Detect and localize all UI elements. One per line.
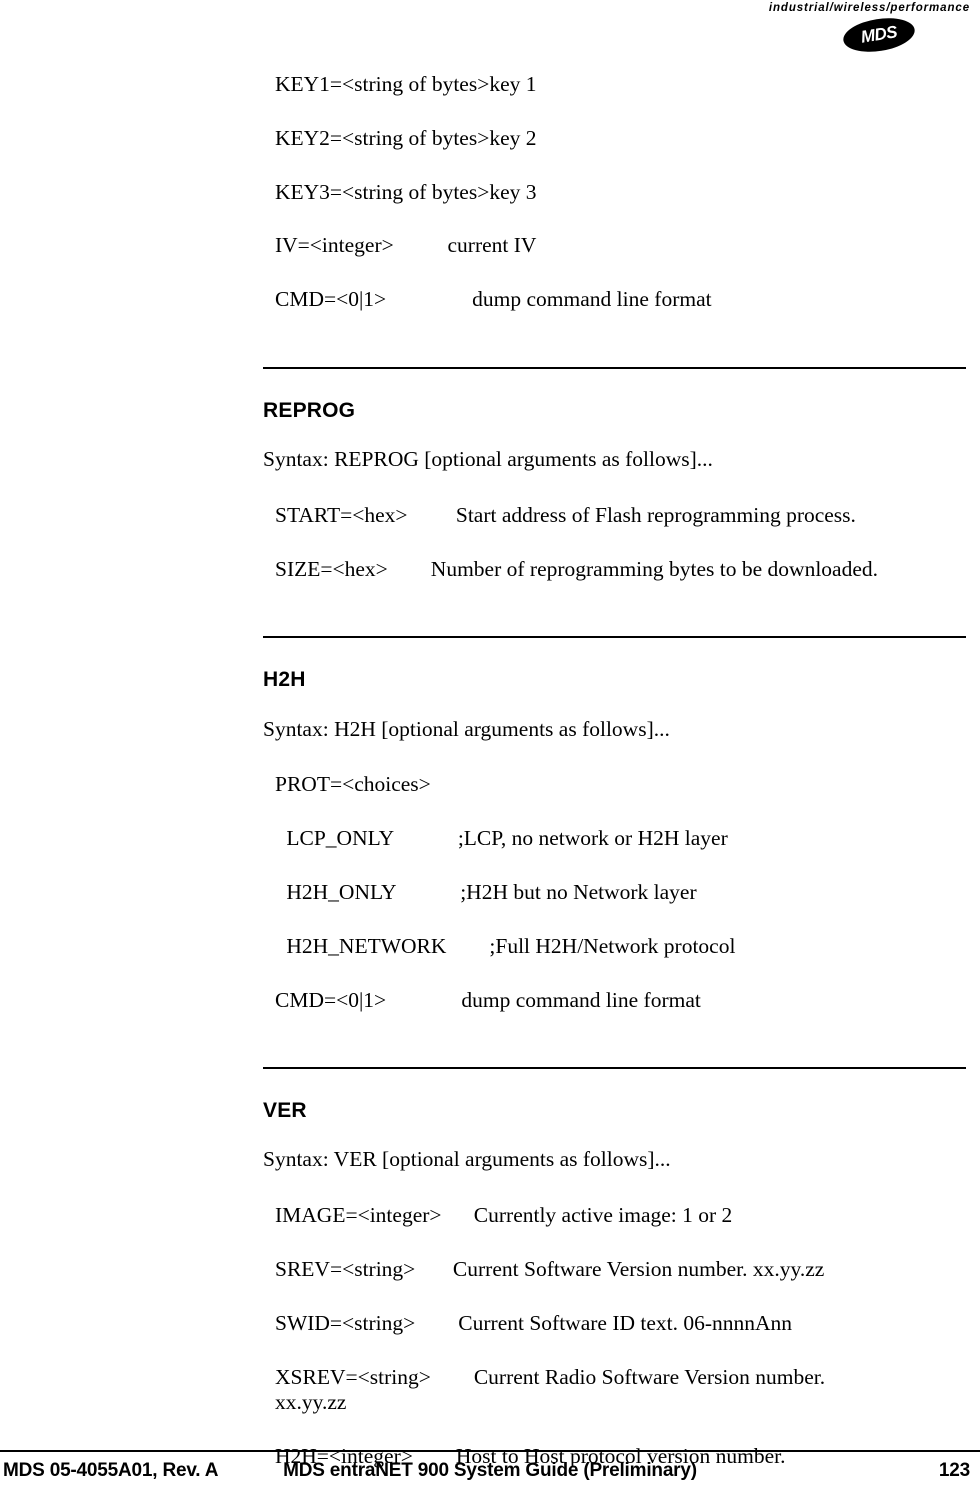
section-reprog: REPROG Syntax: REPROG [optional argument… [263,366,966,583]
top-argument-block: KEY1=<string of bytes>key 1 KEY2=<string… [263,72,966,313]
argument-line: CMD=<0|1> dump command line format [275,287,712,312]
argument-line: START=<hex> Start address of Flash repro… [275,502,856,527]
footer-divider [0,1450,980,1452]
footer-row: MDS 05-4055A01, Rev. A MDS entraNET 900 … [0,1460,980,1494]
argument-line: XSREV=<string> Current Radio Software Ve… [275,1364,826,1415]
argument-line: PROT=<choices> [275,772,431,797]
argument-line: IV=<integer> current IV [275,233,537,258]
section-ver: VER Syntax: VER [optional arguments as f… [263,1067,966,1470]
top-spacer [263,0,966,72]
section-heading-ver: VER [263,1099,307,1123]
section-divider [263,366,966,369]
argument-list-h2h: PROT=<choices> LCP_ONLY ;LCP, no network… [263,772,966,1013]
argument-line: SREV=<string> Current Software Version n… [275,1257,825,1282]
argument-list-ver: IMAGE=<integer> Currently active image: … [263,1203,966,1470]
page-content: KEY1=<string of bytes>key 1 KEY2=<string… [263,0,966,1498]
argument-line: KEY2=<string of bytes>key 2 [275,125,537,150]
section-heading-h2h: H2H [263,668,306,692]
section-divider [263,636,966,639]
argument-line: CMD=<0|1> dump command line format [275,987,701,1012]
page-footer: MDS 05-4055A01, Rev. A MDS entraNET 900 … [0,1450,980,1505]
footer-page-number: 123 [938,1460,970,1481]
argument-line: H2H_NETWORK ;Full H2H/Network protocol [281,933,736,958]
footer-document-title: MDS entraNET 900 System Guide (Prelimina… [283,1460,697,1481]
argument-line: IMAGE=<integer> Currently active image: … [275,1203,733,1228]
argument-line: LCP_ONLY ;LCP, no network or H2H layer [281,826,728,851]
syntax-line-ver: Syntax: VER [optional arguments as follo… [263,1147,671,1172]
section-h2h: H2H Syntax: H2H [optional arguments as f… [263,636,966,1013]
section-heading-reprog: REPROG [263,398,356,422]
argument-line: KEY1=<string of bytes>key 1 [275,72,537,96]
argument-line: SIZE=<hex> Number of reprogramming bytes… [275,556,879,581]
syntax-line-h2h: Syntax: H2H [optional arguments as follo… [263,716,670,741]
argument-line: KEY3=<string of bytes>key 3 [275,179,537,204]
argument-line: SWID=<string> Current Software ID text. … [275,1310,793,1335]
syntax-line-reprog: Syntax: REPROG [optional arguments as fo… [263,447,713,472]
section-divider [263,1067,966,1070]
argument-list-reprog: START=<hex> Start address of Flash repro… [263,503,966,583]
argument-line: H2H_ONLY ;H2H but no Network layer [281,879,697,904]
